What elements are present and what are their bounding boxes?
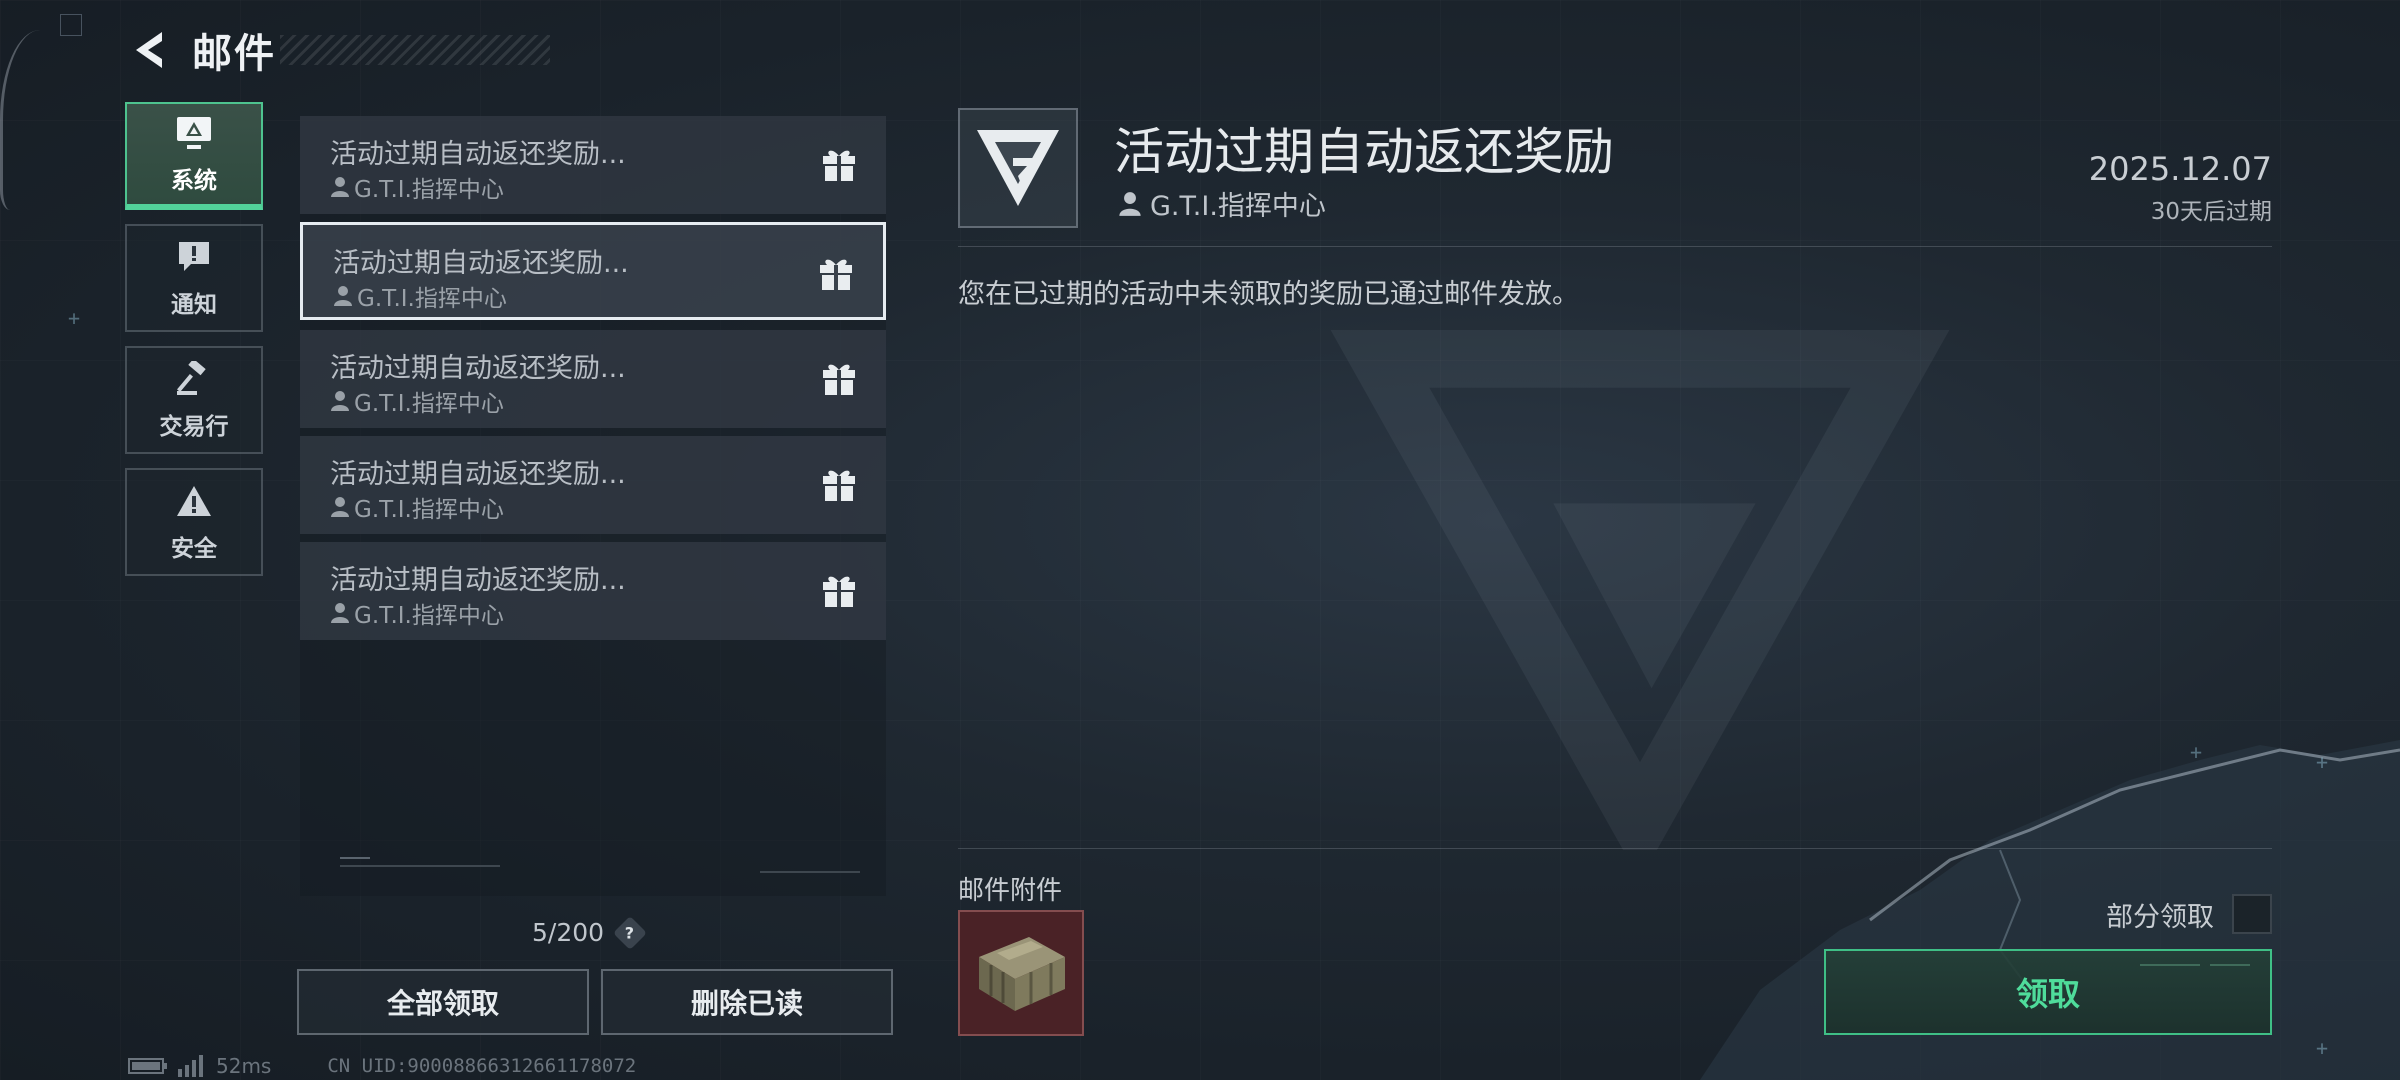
help-symbol: ? [625, 923, 635, 942]
mail-sender-name: G.T.I.指挥中心 [357, 286, 507, 312]
tab-label: 系统 [171, 168, 217, 194]
status-bar: 52ms CN UID:90008866312661178072 [128, 1054, 636, 1078]
warning-icon [174, 481, 214, 521]
sender-logo [958, 108, 1078, 228]
tab-label: 通知 [171, 292, 217, 318]
partial-claim-checkbox[interactable] [2232, 894, 2272, 934]
mail-date: 2025.12.07 [2088, 150, 2272, 188]
tab-trade[interactable]: 交易行 [125, 346, 263, 454]
mail-sender: G.T.I.指挥中心 [330, 384, 504, 418]
alert-bubble-icon [174, 237, 214, 277]
signal-icon [178, 1055, 203, 1077]
battery-icon [128, 1058, 167, 1074]
side-arc-decoration [0, 30, 40, 210]
help-icon[interactable]: ? [613, 915, 648, 950]
tab-security[interactable]: 安全 [125, 468, 263, 576]
mail-sender: G.T.I.指挥中心 [330, 170, 504, 204]
attachments-label: 邮件附件 [958, 876, 1063, 906]
partial-claim-label: 部分领取 [2106, 901, 2214, 933]
mail-sender-name: G.T.I.指挥中心 [354, 391, 504, 417]
monitor-icon [174, 113, 214, 153]
user-uid: CN UID:90008866312661178072 [327, 1055, 637, 1077]
user-icon [331, 603, 349, 623]
tab-system[interactable]: 系统 [125, 102, 263, 210]
mail-list-item[interactable]: 活动过期自动返还奖励... G.T.I.指挥中心 [300, 436, 886, 534]
corner-decoration [60, 14, 82, 36]
mail-sender-name: G.T.I.指挥中心 [354, 497, 504, 523]
mail-sender-name: G.T.I.指挥中心 [354, 177, 504, 203]
claim-button[interactable]: 领取 [1824, 949, 2272, 1035]
gift-icon [823, 150, 855, 181]
mail-list-item[interactable]: 活动过期自动返还奖励... G.T.I.指挥中心 [300, 542, 886, 640]
user-icon [331, 497, 349, 517]
crosshair-decoration: + [2316, 1036, 2329, 1060]
tab-label: 安全 [171, 536, 217, 562]
mail-count: 5/200 [532, 918, 605, 947]
mail-subject: 活动过期自动返还奖励... [330, 139, 626, 170]
mail-list: 活动过期自动返还奖励... G.T.I.指挥中心 活动过期自动返还奖励... G… [300, 116, 886, 896]
crosshair-decoration: + [68, 306, 81, 330]
tab-label: 交易行 [159, 414, 229, 440]
gift-icon [823, 576, 855, 607]
mail-subject: 活动过期自动返还奖励... [330, 353, 626, 384]
back-button[interactable] [126, 25, 170, 75]
page-header: 邮件 [126, 22, 550, 78]
attachment-divider [958, 848, 2272, 849]
user-icon [334, 286, 352, 306]
list-footer-decoration [340, 857, 860, 873]
category-tabs: 系统 通知 交易行 安全 [125, 102, 265, 590]
mail-list-item-selected[interactable]: 活动过期自动返还奖励... G.T.I.指挥中心 [300, 222, 886, 320]
gift-icon [820, 259, 852, 290]
crosshair-decoration: + [2190, 740, 2203, 764]
user-icon [331, 391, 349, 411]
claim-all-button[interactable]: 全部领取 [297, 969, 589, 1035]
gavel-icon [174, 359, 214, 399]
gift-icon [823, 364, 855, 395]
tab-notice[interactable]: 通知 [125, 224, 263, 332]
page-title: 邮件 [192, 31, 276, 77]
gift-icon [823, 470, 855, 501]
attachment-item[interactable] [958, 910, 1084, 1036]
delete-read-button[interactable]: 删除已读 [601, 969, 893, 1035]
back-arrow-icon [136, 32, 162, 68]
claim-button-label: 领取 [2015, 975, 2080, 1013]
claim-button-decoration [2140, 964, 2250, 966]
mail-sender: G.T.I.指挥中心 [330, 596, 504, 630]
mail-body: 您在已过期的活动中未领取的奖励已通过邮件发放。 [958, 279, 1579, 310]
title-stripes-decoration [280, 35, 550, 65]
mail-sender: G.T.I.指挥中心 [333, 279, 507, 313]
supply-crate-icon [979, 937, 1065, 1011]
mail-subject: 活动过期自动返还奖励... [333, 248, 629, 279]
user-icon [331, 177, 349, 197]
mail-detail-title: 活动过期自动返还奖励 [1114, 123, 1614, 181]
gti-logo-icon [977, 130, 1059, 206]
mail-list-item[interactable]: 活动过期自动返还奖励... G.T.I.指挥中心 [300, 116, 886, 214]
crosshair-decoration: + [2316, 750, 2329, 774]
mail-counter: 5/200 ? [532, 915, 648, 950]
ping-value: 52ms [216, 1054, 272, 1078]
background-logo [1330, 330, 1950, 850]
mail-expiry: 30天后过期 [2150, 199, 2272, 225]
header-divider [958, 246, 2272, 247]
partial-claim: 部分领取 [2106, 894, 2272, 934]
mail-sender-name: G.T.I.指挥中心 [354, 603, 504, 629]
mail-detail-sender-name: G.T.I.指挥中心 [1150, 191, 1326, 222]
mail-list-item[interactable]: 活动过期自动返还奖励... G.T.I.指挥中心 [300, 330, 886, 428]
user-icon [1119, 191, 1141, 216]
mail-detail-sender: G.T.I.指挥中心 [1118, 184, 1326, 223]
mail-subject: 活动过期自动返还奖励... [330, 459, 626, 490]
mail-sender: G.T.I.指挥中心 [330, 490, 504, 524]
mail-subject: 活动过期自动返还奖励... [330, 565, 626, 596]
